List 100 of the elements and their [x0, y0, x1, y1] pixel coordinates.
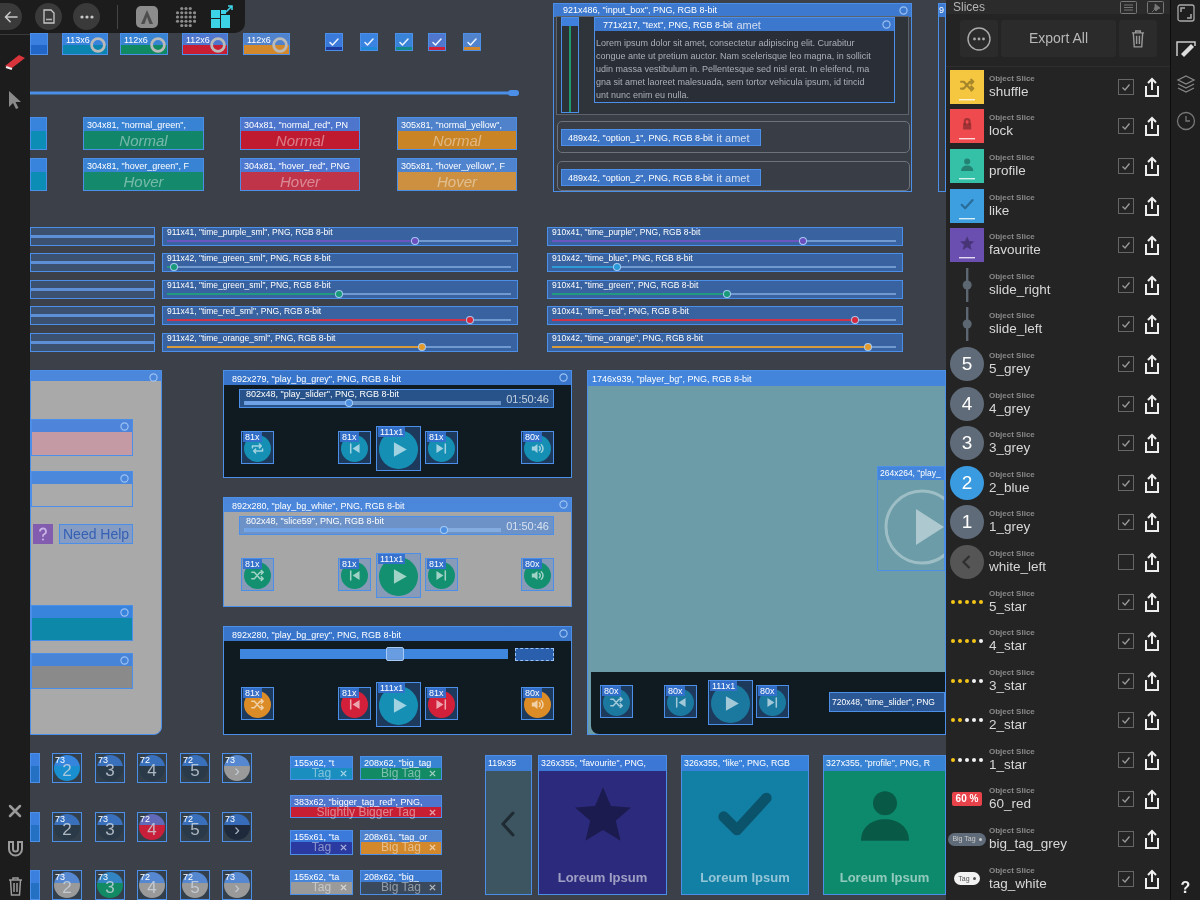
slice-type-label: Object Slice: [989, 192, 1036, 203]
share-icon[interactable]: [1143, 195, 1161, 216]
share-icon[interactable]: [1143, 353, 1161, 374]
number-thumbnail: 2: [950, 465, 984, 500]
rating-dot-icon: [951, 678, 955, 683]
checkbox[interactable]: [1118, 316, 1134, 333]
share-icon[interactable]: [1143, 749, 1161, 770]
slice-name: like: [989, 202, 1011, 219]
persona-tab[interactable]: [135, 4, 159, 29]
rating-dot-icon: [979, 599, 983, 604]
checkbox[interactable]: [1118, 435, 1134, 452]
slice-label: 304x81, "normal_red", PN: [244, 120, 348, 130]
checkbox[interactable]: [1118, 474, 1134, 491]
slice-label: 327x355, "profile", PNG, R: [826, 758, 931, 768]
back-button[interactable]: [0, 3, 22, 30]
slice-label: 304x81, "hover_red", PNG: [244, 161, 350, 171]
checkbox[interactable]: [1118, 395, 1134, 412]
help-button[interactable]: ?: [1180, 879, 1191, 897]
delete-button[interactable]: [1119, 20, 1157, 57]
persona-tab[interactable]: [175, 6, 196, 27]
slice-name: big_tag_grey: [989, 836, 1069, 853]
share-icon[interactable]: [1143, 274, 1161, 295]
checkbox[interactable]: [1118, 751, 1134, 768]
vertical-slider-icon: [962, 307, 972, 342]
tag-text: Big Tag: [381, 881, 421, 894]
pointer-icon[interactable]: [8, 90, 22, 110]
share-icon[interactable]: [1143, 591, 1161, 612]
checkbox[interactable]: [1118, 355, 1134, 372]
slice-label: 80x: [523, 688, 542, 698]
export-all-button[interactable]: Export All: [1001, 20, 1116, 57]
slice-label: 81x: [340, 688, 359, 698]
share-icon[interactable]: [1143, 512, 1161, 533]
checkbox[interactable]: [1118, 870, 1134, 887]
share-icon[interactable]: [1143, 314, 1161, 335]
checkbox[interactable]: [1118, 197, 1134, 214]
share-icon[interactable]: [1143, 472, 1161, 493]
checkbox[interactable]: [1118, 553, 1134, 570]
checkbox[interactable]: [1118, 514, 1134, 531]
share-icon[interactable]: [1143, 76, 1161, 97]
magnet-icon[interactable]: [6, 840, 24, 858]
document-button[interactable]: [35, 3, 62, 30]
share-icon[interactable]: [1143, 631, 1161, 652]
checkbox[interactable]: [1118, 791, 1134, 808]
fullscreen-icon[interactable]: [1176, 4, 1195, 22]
share-icon[interactable]: [1143, 433, 1161, 454]
slice-label: 892x279, "play_bg_grey", PNG, RGB 8-bit: [232, 374, 401, 384]
slice-label: 305x81, "hover_yellow", F: [401, 161, 505, 171]
slice-label: 326x355, "favourite", PNG,: [541, 758, 647, 768]
rating-dot-icon: [965, 718, 969, 723]
slice-label: 892x280, "play_bg_grey", PNG, RGB 8-bit: [232, 630, 401, 640]
share-icon[interactable]: [1143, 116, 1161, 137]
checkbox[interactable]: [1118, 831, 1134, 848]
slice-label: 911x42, "time_orange_sml", PNG, RGB 8-bit: [167, 334, 336, 343]
checkbox[interactable]: [1118, 118, 1134, 135]
more-button[interactable]: [960, 20, 998, 57]
share-icon[interactable]: [1143, 710, 1161, 731]
slice-label: 81x: [427, 688, 446, 698]
slice-label: 208x61, "tag_or: [364, 832, 428, 842]
slice-type-label: Object Slice: [989, 469, 1036, 480]
slice-label: 208x62, "big_tag: [364, 758, 432, 768]
card-title: Loreum Ipsum: [700, 870, 790, 885]
layers-icon[interactable]: [1175, 74, 1196, 94]
slice-label: 80x: [602, 686, 621, 696]
persona-tab[interactable]: [210, 4, 234, 29]
faded-text: amet: [736, 18, 761, 31]
button-text: Hover: [123, 173, 164, 190]
share-icon[interactable]: [1143, 868, 1161, 889]
more-button[interactable]: [73, 3, 100, 30]
share-icon[interactable]: [1143, 235, 1161, 256]
share-icon[interactable]: [1143, 393, 1161, 414]
share-icon[interactable]: [1143, 156, 1161, 176]
eraser-icon[interactable]: [4, 52, 26, 70]
checkbox[interactable]: [1118, 276, 1134, 293]
checkbox[interactable]: [1118, 158, 1134, 174]
button-text: Normal: [275, 132, 325, 149]
slice-type-label: Object Slice: [989, 350, 1036, 361]
checkbox[interactable]: [1118, 78, 1134, 95]
tag-text: Big Tag: [381, 767, 421, 780]
close-icon[interactable]: [8, 804, 22, 818]
share-icon[interactable]: [1143, 829, 1161, 850]
share-icon[interactable]: [1143, 789, 1161, 810]
checkbox[interactable]: [1118, 633, 1134, 650]
faded-text: it amet: [716, 171, 750, 184]
rating-dot-icon: [965, 678, 969, 683]
share-icon[interactable]: [1143, 551, 1161, 572]
slice-label: 81x: [427, 559, 446, 569]
slice-label: 111x1: [378, 427, 406, 437]
trash-icon[interactable]: [7, 876, 23, 896]
pin-icon[interactable]: [1147, 0, 1164, 14]
slice-label: 911x41, "time_red_sml", PNG, RGB 8-bit: [167, 307, 322, 316]
checkbox[interactable]: [1118, 237, 1134, 254]
clock-icon[interactable]: [1175, 111, 1196, 131]
checkbox[interactable]: [1118, 712, 1134, 729]
share-icon[interactable]: [1143, 670, 1161, 691]
slice-label: 72: [183, 814, 193, 824]
list-icon[interactable]: [1120, 0, 1137, 14]
slice-name: 3_star: [989, 677, 1028, 694]
checkbox[interactable]: [1118, 593, 1134, 610]
checkbox[interactable]: [1118, 672, 1134, 689]
slice-type-label: Object Slice: [989, 628, 1036, 639]
